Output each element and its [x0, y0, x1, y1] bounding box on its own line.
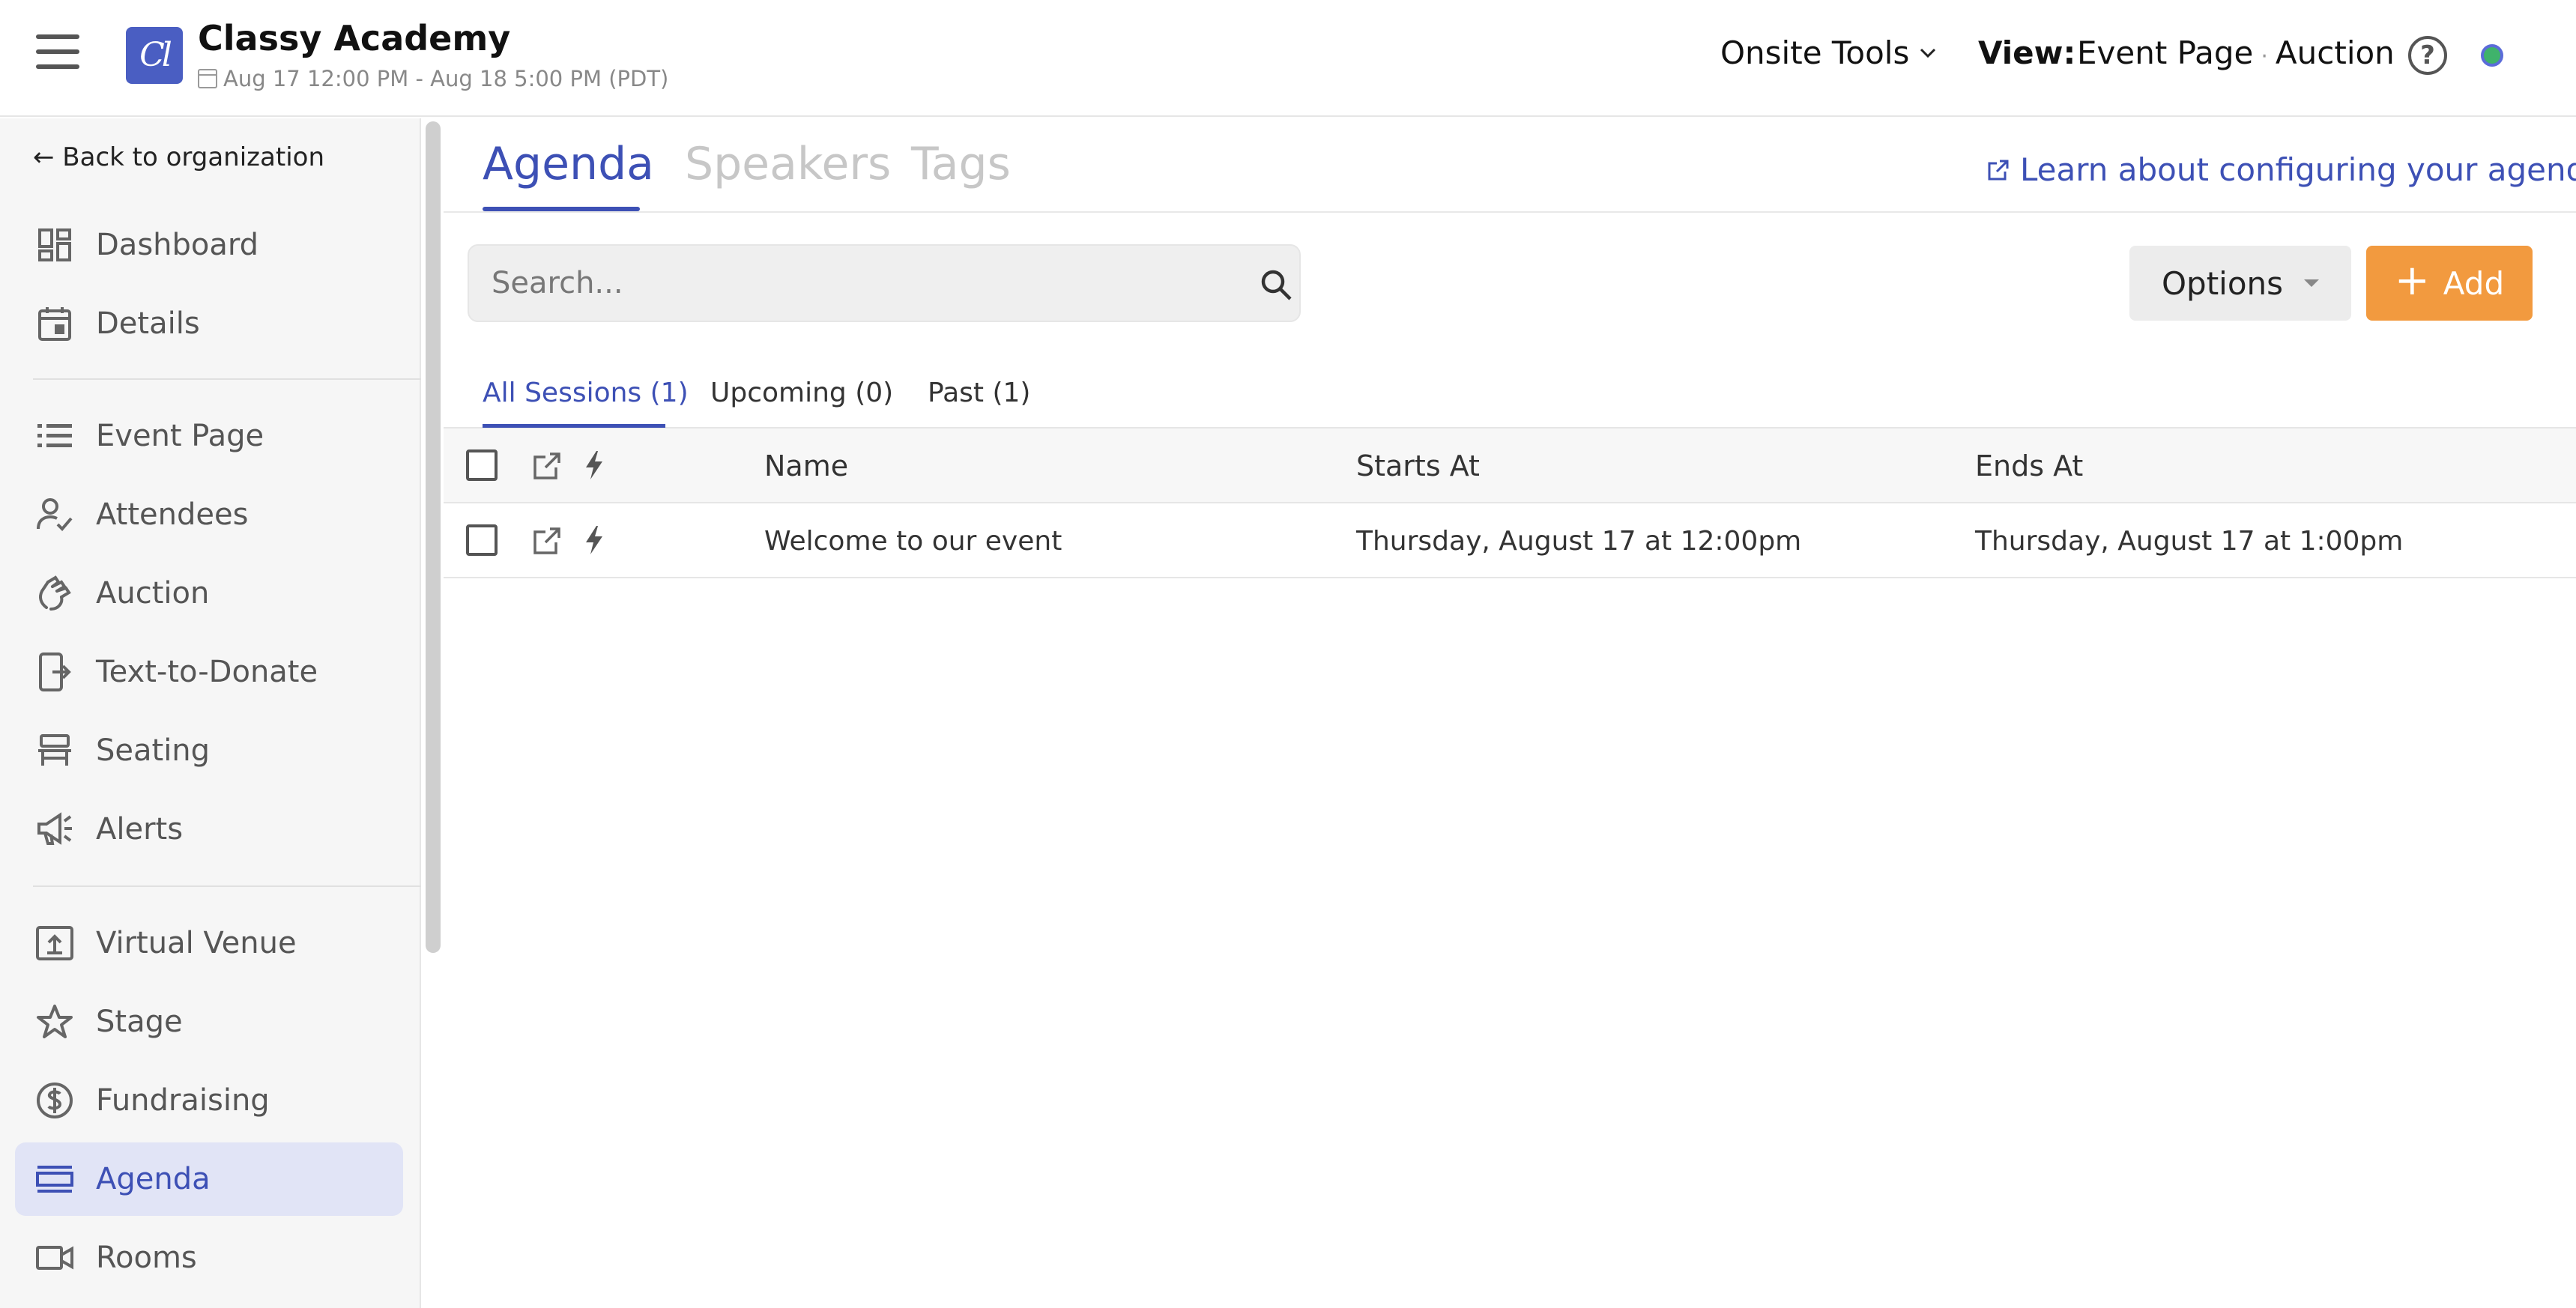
star-icon [36, 1003, 73, 1041]
section-tabs: Agenda Speakers Tags Learn about configu… [444, 118, 2576, 213]
row-checkbox[interactable] [466, 524, 498, 556]
status-indicator [2481, 44, 2503, 67]
onsite-tools-dropdown[interactable]: Onsite Tools [1720, 34, 1936, 71]
column-name[interactable]: Name [764, 449, 848, 482]
learn-agenda-link[interactable]: Learn about configuring your agenda [1987, 151, 2576, 188]
tab-tags[interactable]: Tags [911, 138, 1011, 190]
table-header: Name Starts At Ends At [444, 429, 2576, 503]
megaphone-icon [36, 811, 73, 848]
tab-speakers[interactable]: Speakers [685, 138, 891, 190]
sidebar-item-alerts[interactable]: Alerts [15, 793, 403, 866]
sidebar-item-label: Auction [96, 576, 210, 611]
top-header: Cl Classy Academy Aug 17 12:00 PM - Aug … [0, 0, 2576, 117]
event-dates-text: Aug 17 12:00 PM - Aug 18 5:00 PM (PDT) [223, 66, 669, 91]
sidebar-item-event-page[interactable]: Event Page [15, 399, 403, 473]
open-external-icon[interactable] [532, 526, 562, 556]
options-label: Options [2161, 264, 2284, 302]
sidebar: ← Back to organization Dashboard Details… [0, 118, 421, 1308]
upload-icon [36, 924, 73, 962]
session-ends-at: Thursday, August 17 at 1:00pm [1975, 526, 2404, 557]
tab-agenda[interactable]: Agenda [483, 138, 654, 190]
filter-all-sessions[interactable]: All Sessions (1) [483, 378, 689, 408]
sidebar-item-label: Dashboard [96, 228, 259, 262]
active-filter-indicator [483, 424, 665, 428]
column-ends-at[interactable]: Ends At [1975, 449, 2083, 482]
search-icon[interactable] [1260, 268, 1292, 301]
lightning-icon[interactable] [583, 524, 605, 556]
calendar-icon [198, 69, 217, 88]
external-link-icon [1988, 160, 2009, 180]
hamburger-menu-icon[interactable] [36, 34, 84, 73]
sidebar-item-virtual-venue[interactable]: Virtual Venue [15, 906, 403, 980]
sidebar-item-attendees[interactable]: Attendees [15, 478, 403, 551]
sidebar-item-details[interactable]: Details [15, 287, 403, 360]
org-title: Classy Academy [198, 18, 511, 58]
dashboard-icon [36, 226, 73, 264]
event-dates: Aug 17 12:00 PM - Aug 18 5:00 PM (PDT) [198, 66, 668, 91]
sidebar-item-label: Fundraising [96, 1083, 270, 1118]
agenda-icon [36, 1160, 73, 1198]
sidebar-item-label: Alerts [96, 812, 184, 847]
table-row[interactable]: Welcome to our event Thursday, August 17… [444, 503, 2576, 578]
back-to-organization-link[interactable]: ← Back to organization [33, 142, 324, 172]
session-starts-at: Thursday, August 17 at 12:00pm [1356, 526, 1802, 557]
lightning-icon [586, 451, 602, 479]
sidebar-item-label: Details [96, 306, 200, 341]
help-icon[interactable]: ? [2408, 36, 2447, 75]
learn-agenda-link-text: Learn about configuring your agenda [2020, 151, 2576, 188]
view-label: View: [1978, 34, 2076, 71]
sidebar-item-label: Attendees [96, 497, 249, 532]
session-name: Welcome to our event [764, 526, 1062, 557]
plus-icon: + [2394, 256, 2430, 305]
sidebar-item-label: Event Page [96, 419, 264, 453]
chair-icon [36, 732, 73, 769]
sidebar-item-stage[interactable]: Stage [15, 985, 403, 1059]
sidebar-item-rooms[interactable]: Rooms [15, 1221, 403, 1295]
sidebar-item-text-to-donate[interactable]: Text-to-Donate [15, 635, 403, 709]
column-starts-at[interactable]: Starts At [1356, 449, 1480, 482]
select-all-checkbox[interactable] [466, 449, 498, 481]
sidebar-item-dashboard[interactable]: Dashboard [15, 208, 403, 282]
sidebar-scrollbar[interactable] [426, 121, 441, 953]
add-label: Add [2443, 264, 2505, 302]
search-input[interactable] [492, 246, 1211, 321]
separator-dot: · [2261, 43, 2268, 70]
sidebar-item-label: Stage [96, 1005, 183, 1039]
hand-icon [36, 575, 73, 612]
person-check-icon [36, 496, 73, 533]
sidebar-item-auction[interactable]: Auction [15, 557, 403, 630]
sidebar-item-seating[interactable]: Seating [15, 714, 403, 787]
sidebar-item-label: Text-to-Donate [96, 655, 318, 689]
caret-down-icon [2304, 279, 2320, 287]
view-auction[interactable]: Auction [2276, 34, 2395, 71]
list-icon [36, 417, 73, 455]
filter-past[interactable]: Past (1) [928, 378, 1030, 408]
video-icon [36, 1239, 73, 1277]
sidebar-item-fundraising[interactable]: Fundraising [15, 1064, 403, 1137]
org-logo[interactable]: Cl [126, 27, 183, 84]
view-event-page[interactable]: Event Page [2077, 34, 2253, 71]
search-box [468, 244, 1301, 322]
dollar-icon [36, 1082, 73, 1119]
sidebar-item-label: Virtual Venue [96, 926, 297, 960]
open-external-icon [533, 452, 560, 479]
filter-upcoming[interactable]: Upcoming (0) [710, 378, 893, 408]
sidebar-divider [33, 378, 421, 380]
sidebar-item-label: Seating [96, 733, 211, 768]
active-tab-indicator [483, 207, 640, 211]
sidebar-item-agenda[interactable]: Agenda [15, 1142, 403, 1216]
phone-icon [36, 653, 73, 691]
sidebar-item-label: Agenda [96, 1162, 211, 1196]
view-selector[interactable]: Event Page · Auction [2077, 34, 2395, 71]
chevron-down-icon [1920, 48, 1936, 58]
main-content: Agenda Speakers Tags Learn about configu… [444, 118, 2576, 1308]
onsite-tools-label: Onsite Tools [1720, 34, 1910, 71]
sidebar-item-label: Rooms [96, 1241, 197, 1275]
sidebar-divider [33, 885, 421, 887]
calendar-icon [36, 305, 73, 342]
add-button[interactable]: + Add [2366, 246, 2533, 321]
options-button[interactable]: Options [2129, 246, 2351, 321]
